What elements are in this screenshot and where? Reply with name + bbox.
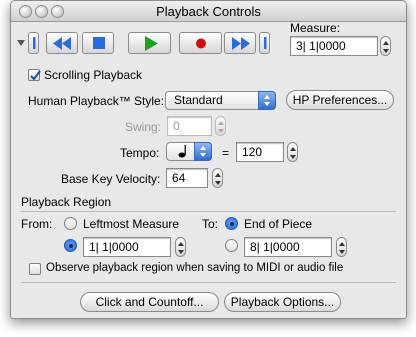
from-value-radio[interactable] (64, 239, 77, 252)
disclosure-triangle-icon[interactable] (16, 38, 26, 48)
playback-controls-window: Playback Controls Measure: 3| 1|0000 Scr… (10, 0, 407, 319)
observe-region-label: Observe playback region when saving to M… (46, 262, 344, 274)
tempo-note-popup[interactable] (166, 142, 212, 161)
popup-arrows-icon (200, 146, 206, 157)
transport-end-bar[interactable] (259, 32, 270, 54)
human-playback-style-value: Standard (174, 93, 223, 107)
swing-label: Swing: (125, 120, 162, 134)
transport-start-bar[interactable] (28, 32, 39, 54)
bottom-divider (21, 282, 396, 283)
from-measure-stepper[interactable] (175, 237, 186, 257)
rewind-icon (53, 37, 71, 50)
base-key-velocity-label: Base Key Velocity: (61, 172, 161, 186)
human-playback-style-popup[interactable]: Standard (165, 91, 276, 110)
base-key-velocity-stepper[interactable] (212, 168, 223, 188)
from-leftmost-label: Leftmost Measure (83, 217, 180, 231)
hp-preferences-button[interactable]: HP Preferences... (286, 90, 394, 110)
record-button[interactable] (179, 32, 222, 54)
window-title: Playback Controls (156, 4, 261, 19)
to-end-of-piece-radio[interactable] (225, 217, 238, 230)
popup-arrows-icon (264, 95, 270, 106)
playback-options-button[interactable]: Playback Options... (224, 292, 341, 312)
play-icon (145, 36, 158, 51)
stop-button[interactable] (82, 32, 114, 54)
measure-field[interactable]: 3| 1|0000 (290, 36, 378, 56)
tempo-label: Tempo: (120, 146, 160, 160)
fast-forward-icon (232, 37, 250, 50)
region-divider (21, 211, 396, 212)
swing-stepper (215, 116, 226, 136)
measure-label: Measure: (290, 21, 341, 35)
to-label: To: (202, 217, 219, 231)
swing-field: 0 (167, 116, 212, 136)
playback-region-header: Playback Region (21, 195, 112, 209)
human-playback-label: Human Playback™ Style: (28, 94, 165, 108)
fast-forward-button[interactable] (224, 32, 256, 54)
quarter-note-icon (178, 145, 186, 158)
title-bar: Playback Controls (11, 1, 406, 22)
from-label: From: (21, 217, 53, 231)
scrolling-playback-checkbox[interactable] (28, 69, 41, 81)
observe-region-checkbox[interactable] (29, 263, 41, 275)
click-and-countoff-button[interactable]: Click and Countoff... (80, 292, 219, 312)
from-leftmost-radio[interactable] (64, 217, 77, 230)
to-measure-stepper[interactable] (336, 237, 347, 257)
stop-icon (93, 37, 105, 49)
play-button[interactable] (128, 32, 171, 54)
rewind-button[interactable] (46, 32, 78, 54)
tempo-stepper[interactable] (287, 142, 298, 162)
scrolling-playback-label: Scrolling Playback (44, 68, 143, 82)
checkmark-icon (30, 70, 41, 81)
tempo-field[interactable]: 120 (236, 142, 284, 162)
to-value-radio[interactable] (225, 239, 238, 252)
to-measure-field[interactable]: 8| 1|0000 (244, 237, 332, 257)
record-icon (196, 38, 206, 49)
from-measure-field[interactable]: 1| 1|0000 (83, 237, 171, 257)
tempo-equals: = (222, 146, 230, 160)
base-key-velocity-field[interactable]: 64 (166, 168, 208, 188)
measure-stepper[interactable] (380, 36, 391, 56)
to-end-of-piece-label: End of Piece (244, 217, 313, 231)
